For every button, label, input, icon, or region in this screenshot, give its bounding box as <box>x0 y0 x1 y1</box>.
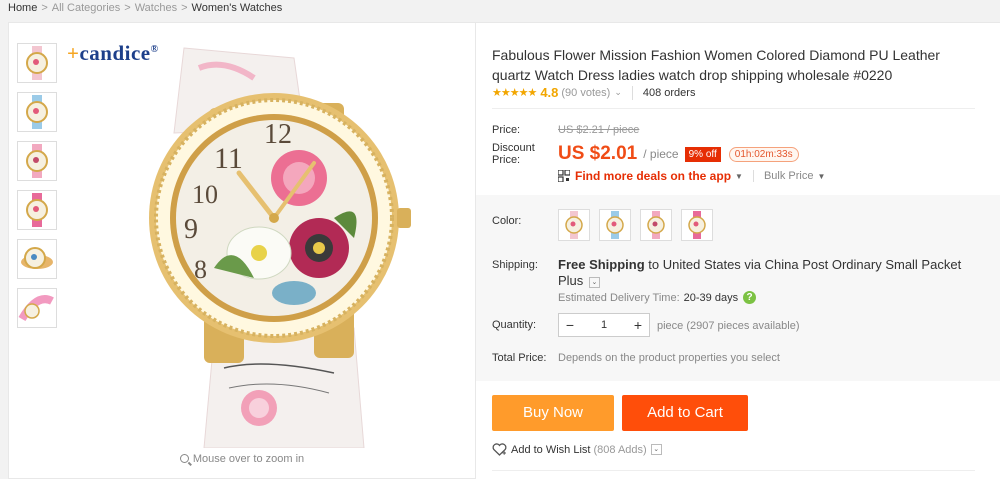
rating-stars-icon: ★★★★★ <box>492 87 537 99</box>
total-price-note: Depends on the product properties you se… <box>558 352 780 364</box>
caret-down-icon[interactable]: ▼ <box>735 172 743 181</box>
divider <box>631 85 633 100</box>
thumbnail-5[interactable] <box>17 239 57 279</box>
breadcrumb-all-categories[interactable]: All Categories <box>52 2 120 14</box>
thumbnail-1[interactable] <box>17 43 57 83</box>
breadcrumb-separator: > <box>124 2 131 14</box>
svg-text:10: 10 <box>192 180 218 209</box>
color-option-1[interactable] <box>558 209 590 241</box>
color-options <box>558 209 722 241</box>
decrease-button[interactable]: − <box>559 317 581 333</box>
breadcrumb-separator: > <box>181 2 188 14</box>
wishlist-count: (808 Adds) <box>593 443 647 456</box>
discount-price-label: Discount Price: <box>492 142 535 166</box>
shipping-info: Free Shipping to United States via China… <box>558 257 988 289</box>
rating-row: ★★★★★ 4.8 (90 votes) ⌄ 408 orders <box>492 85 695 100</box>
breadcrumb-current: Women's Watches <box>191 2 283 14</box>
wishlist-row: Add to Wish List (808 Adds) ⌄ <box>492 443 662 456</box>
bulk-price-link[interactable]: Bulk Price <box>764 170 814 182</box>
rating-value: 4.8 <box>540 85 559 100</box>
votes-count[interactable]: (90 votes) <box>561 87 610 99</box>
thumbnail-2[interactable] <box>17 92 57 132</box>
product-info: Fabulous Flower Mission Fashion Women Co… <box>476 22 1000 479</box>
zoom-hint-text: Mouse over to zoom in <box>192 453 305 465</box>
zoom-hint: Mouse over to zoom in <box>9 453 475 465</box>
color-option-2[interactable] <box>599 209 631 241</box>
quantity-label: Quantity: <box>492 319 537 331</box>
add-to-wishlist-link[interactable]: Add to Wish List <box>511 444 590 456</box>
orders-count: 408 orders <box>642 86 696 99</box>
color-option-3[interactable] <box>640 209 672 241</box>
svg-text:12: 12 <box>264 119 292 150</box>
breadcrumb: Home > All Categories > Watches > Women's Watc… <box>8 2 282 14</box>
price-label: Price: <box>492 124 521 136</box>
svg-text:11: 11 <box>214 142 243 175</box>
thumbnail-strip <box>17 43 59 337</box>
original-price: US $2.21 / piece <box>558 124 640 136</box>
free-shipping: Free Shipping <box>558 257 645 272</box>
discount-price-row: US $2.01 / piece 9% off 01h:02m:33s <box>558 143 799 165</box>
svg-text:9: 9 <box>184 214 198 245</box>
estimated-delivery: Estimated Delivery Time: 20-39 days ? <box>558 291 757 304</box>
heart-icon[interactable] <box>492 443 507 456</box>
divider <box>492 108 975 109</box>
quantity-input[interactable]: 1 <box>581 319 627 331</box>
quantity-stepper: − 1 + <box>558 313 650 337</box>
divider <box>492 470 975 471</box>
discount-badge: 9% off <box>684 146 721 162</box>
total-price-label: Total Price: <box>492 352 547 364</box>
color-label: Color: <box>492 215 522 227</box>
add-to-cart-button[interactable]: Add to Cart <box>622 395 748 431</box>
countdown-timer: 01h:02m:33s <box>728 146 799 162</box>
app-deals-row: Find more deals on the app ▼ Bulk Price … <box>558 169 825 183</box>
find-deals-link[interactable]: Find more deals on the app <box>575 169 731 183</box>
thumbnail-4[interactable] <box>17 190 57 230</box>
price-unit: / piece <box>643 147 679 161</box>
shipping-label: Shipping: <box>492 259 538 271</box>
brand-logo: +candice® <box>67 41 159 65</box>
est-days: 20-39 days <box>683 291 739 304</box>
shipping-dropdown-icon[interactable]: ⌄ <box>588 277 600 288</box>
increase-button[interactable]: + <box>627 317 649 333</box>
thumbnail-3[interactable] <box>17 141 57 181</box>
buy-now-button[interactable]: Buy Now <box>492 395 614 431</box>
product-gallery: 11 9 10 8 12 +candice® Mouse over to zoo… <box>8 22 476 479</box>
thumbnail-6[interactable] <box>17 288 57 328</box>
qr-code-icon <box>558 170 570 182</box>
color-option-4[interactable] <box>681 209 713 241</box>
chevron-down-icon[interactable]: ⌄ <box>614 87 622 98</box>
help-icon[interactable]: ? <box>743 291 757 304</box>
svg-text:8: 8 <box>194 255 207 284</box>
breadcrumb-watches[interactable]: Watches <box>135 2 177 14</box>
product-title: Fabulous Flower Mission Fashion Women Co… <box>492 47 940 83</box>
breadcrumb-home[interactable]: Home <box>8 2 37 14</box>
magnifier-icon <box>179 454 189 463</box>
divider <box>752 170 754 182</box>
est-label: Estimated Delivery Time: <box>558 291 680 304</box>
breadcrumb-separator: > <box>41 2 48 14</box>
shipping-to: to <box>648 257 660 272</box>
quantity-available: piece (2907 pieces available) <box>657 320 800 332</box>
discount-price: US $2.01 <box>558 143 638 164</box>
wishlist-dropdown-icon[interactable]: ⌄ <box>650 444 662 455</box>
caret-down-icon[interactable]: ▼ <box>817 172 825 181</box>
main-product-image[interactable]: 11 9 10 8 12 <box>64 38 469 448</box>
